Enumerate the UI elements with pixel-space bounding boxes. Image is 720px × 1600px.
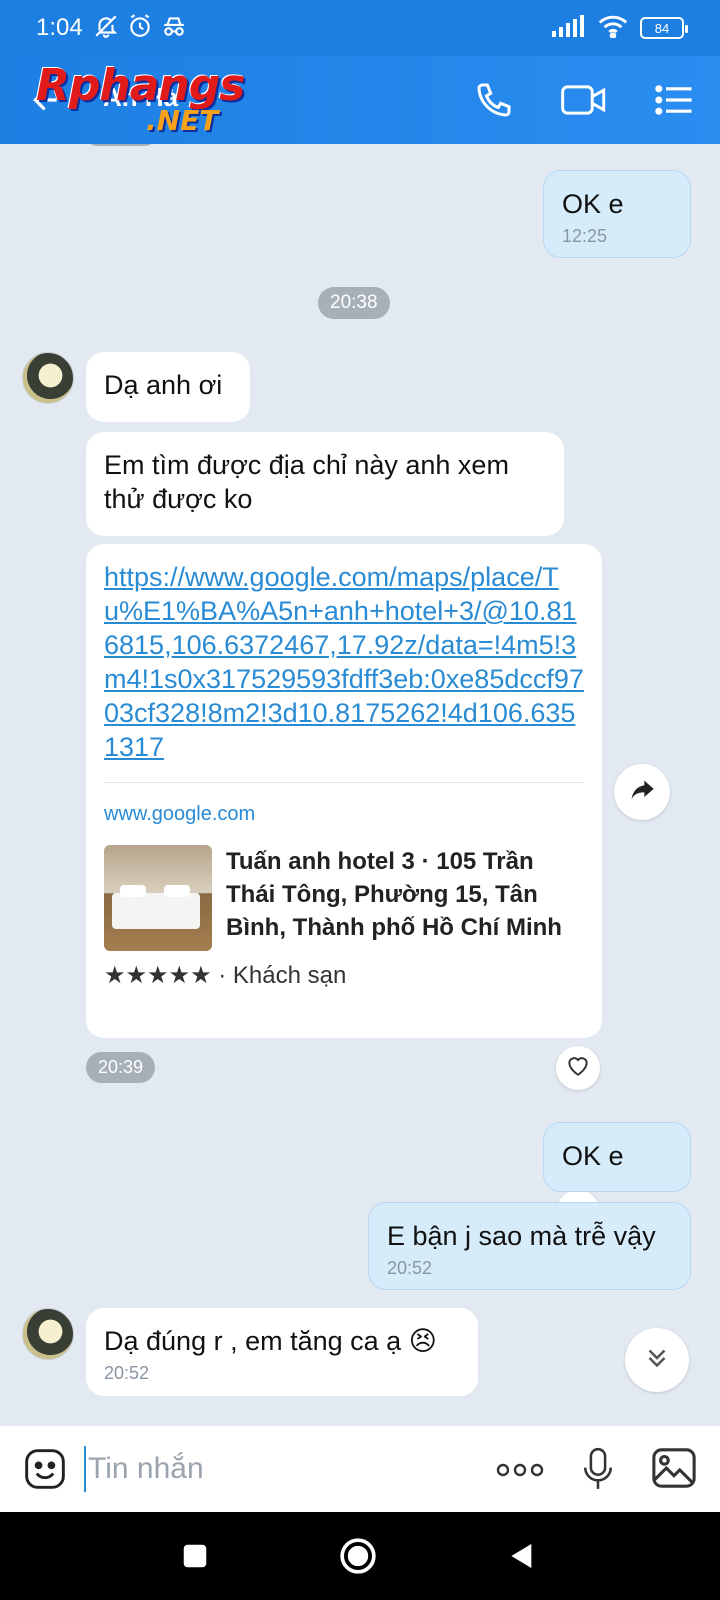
link-meta: ★★★★★ · Khách sạn	[104, 959, 584, 993]
message-text: Dạ anh ơi	[104, 370, 223, 400]
image-gallery-icon[interactable]	[650, 1444, 698, 1492]
card-divider	[104, 782, 584, 783]
scroll-down-button[interactable]	[625, 1328, 689, 1392]
avatar[interactable]	[22, 352, 74, 404]
message-text: Dạ đúng r , em tăng ca ạ	[104, 1326, 402, 1356]
message-incoming[interactable]: Dạ đúng r , em tăng ca ạ 😣 20:52	[86, 1308, 478, 1396]
link-preview-message[interactable]: https://www.google.com/maps/place/Tu%E1%…	[86, 544, 602, 1038]
video-call-icon[interactable]	[560, 76, 608, 124]
rating-stars: ★★★★★	[104, 962, 212, 989]
watermark-net: .NET	[146, 104, 219, 137]
battery-icon: 84	[640, 17, 688, 39]
thumbnail-pillow-shape	[164, 885, 190, 897]
message-time: 20:52	[387, 1258, 433, 1278]
message-time: 20:52	[104, 1363, 150, 1383]
status-time: 1:04	[36, 14, 83, 41]
nav-home-icon[interactable]	[336, 1534, 380, 1578]
mute-icon	[93, 13, 119, 44]
menu-list-icon[interactable]	[650, 76, 698, 124]
more-dots-icon[interactable]	[492, 1450, 548, 1490]
nav-square-icon[interactable]	[173, 1534, 217, 1578]
place-category: · Khách sạn	[211, 962, 347, 989]
share-forward-icon	[628, 776, 656, 809]
chat-header: An Hà Rphangs .NET	[0, 56, 720, 144]
nav-back-icon[interactable]	[500, 1534, 544, 1578]
phone-icon[interactable]	[470, 76, 518, 124]
message-text: OK e	[562, 1141, 624, 1171]
signal-icon	[552, 14, 586, 42]
message-text: Em tìm được địa chỉ này anh xem thử được…	[104, 450, 509, 514]
watermark-logo: Rphangs .NET	[36, 60, 250, 140]
thumbnail-bed-shape	[112, 893, 200, 929]
system-nav-bar	[0, 1512, 720, 1600]
wifi-icon	[598, 14, 628, 43]
microphone-icon[interactable]	[578, 1444, 618, 1494]
message-time: 12:25	[562, 226, 608, 246]
message-input-bar	[0, 1426, 720, 1512]
scroll-down-icon	[642, 1343, 672, 1378]
message-text: OK e	[562, 189, 624, 219]
avatar[interactable]	[22, 1308, 74, 1360]
alarm-icon	[127, 13, 153, 44]
message-outgoing[interactable]: E bận j sao mà trễ vậy 20:52	[368, 1202, 691, 1290]
incognito-icon	[161, 13, 187, 44]
emoji-persevere: 😣	[408, 1326, 437, 1356]
message-input[interactable]	[84, 1446, 464, 1492]
message-outgoing[interactable]: OK e	[543, 1122, 691, 1192]
link-url[interactable]: https://www.google.com/maps/place/Tu%E1%…	[104, 560, 584, 764]
chat-area[interactable]: OK e 12:25 20:38 Dạ anh ơi Em tìm được đ…	[0, 144, 720, 1426]
time-pill-partial	[86, 144, 156, 146]
message-outgoing[interactable]: OK e 12:25	[543, 170, 691, 258]
heart-icon	[565, 1053, 591, 1084]
status-bar: 1:04 84	[0, 0, 720, 56]
message-incoming[interactable]: Em tìm được địa chỉ này anh xem thử được…	[86, 432, 564, 536]
link-title[interactable]: Tuấn anh hotel 3 · 105 Trần Thái Tông, P…	[226, 845, 584, 951]
message-text: E bận j sao mà trễ vậy	[387, 1221, 656, 1251]
time-pill: 20:39	[86, 1052, 156, 1083]
heart-react-button[interactable]	[556, 1046, 600, 1090]
thumbnail-pillow-shape	[120, 885, 146, 897]
time-separator: 20:38	[318, 287, 390, 319]
message-incoming[interactable]: Dạ anh ơi	[86, 352, 250, 422]
emoji-sticker-icon[interactable]	[22, 1446, 68, 1492]
share-forward-button[interactable]	[614, 764, 670, 820]
link-domain[interactable]: www.google.com	[104, 797, 584, 831]
hotel-thumbnail[interactable]	[104, 845, 212, 951]
